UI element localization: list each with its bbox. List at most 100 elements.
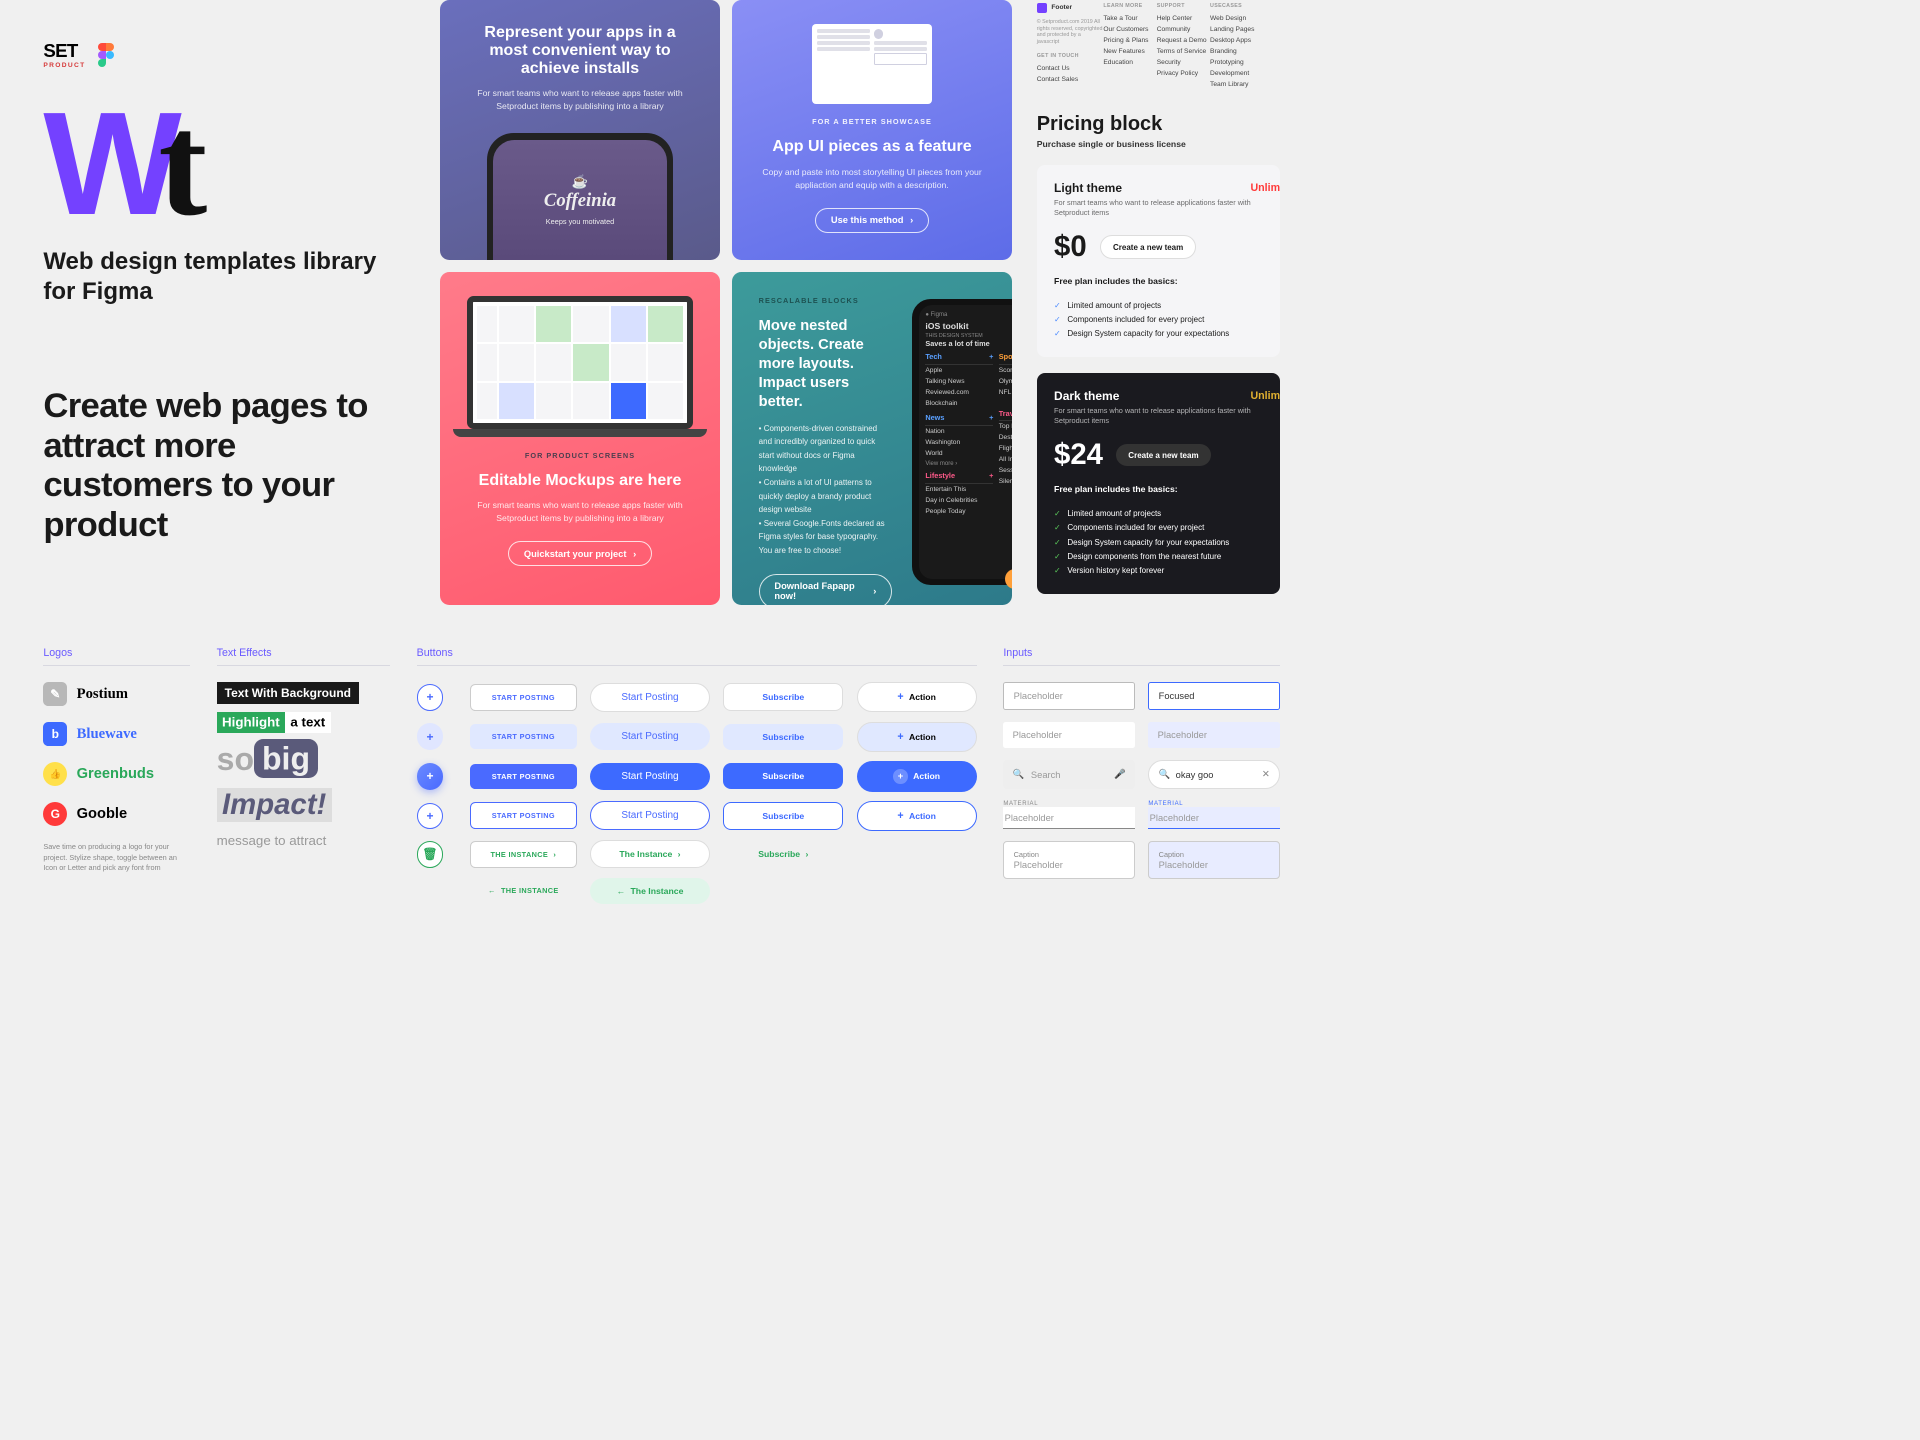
chevron-right-icon: › <box>873 586 876 596</box>
card2-overline: FOR A BETTER SHOWCASE <box>759 117 986 126</box>
footer-link[interactable]: Desktop Apps <box>1210 35 1280 46</box>
text-input[interactable]: Placeholder <box>1003 722 1135 748</box>
start-posting-button[interactable]: Start Posting <box>590 801 710 830</box>
effect-impact: Impact! <box>217 788 332 822</box>
use-method-button[interactable]: Use this method› <box>815 208 929 233</box>
caption-input[interactable]: CaptionPlaceholder <box>1003 841 1135 879</box>
caption-input[interactable]: CaptionPlaceholder <box>1148 841 1280 879</box>
logos-description: Save time on producing a logo for your p… <box>43 842 190 873</box>
card2-desc: Copy and paste into most storytelling UI… <box>759 166 986 192</box>
card1-title: Represent your apps in a most convenient… <box>467 24 694 78</box>
footer-link[interactable]: Web Design <box>1210 13 1280 24</box>
pricing-block: Pricing block Purchase single or busines… <box>1037 113 1280 593</box>
start-posting-button[interactable]: START POSTING <box>470 724 577 749</box>
plus-icon-button[interactable]: + <box>417 803 444 830</box>
footer-link[interactable]: Contact Us <box>1037 63 1104 74</box>
quickstart-button[interactable]: Quickstart your project› <box>508 541 652 566</box>
start-posting-button[interactable]: START POSTING <box>470 802 577 829</box>
subscribe-button[interactable]: Subscribe <box>723 763 843 789</box>
plus-icon: + <box>893 769 908 784</box>
footer-link[interactable]: Pricing & Plans <box>1103 35 1156 46</box>
plus-icon-button[interactable]: + <box>417 723 444 750</box>
mic-icon[interactable]: 🎤 <box>1114 769 1126 780</box>
phone-mockup: ☕ Coffeinia Keeps you motivated <box>487 133 674 260</box>
subscribe-button[interactable]: Subscribe› <box>723 841 843 867</box>
section-text-effects: Text Effects <box>217 647 390 667</box>
footer-link[interactable]: Branding <box>1210 46 1280 57</box>
logo-postium: ✎ Postium <box>43 682 190 706</box>
plus-icon-button[interactable]: + <box>417 684 444 711</box>
subscribe-button[interactable]: Subscribe <box>723 683 843 711</box>
footer-link[interactable]: Landing Pages <box>1210 24 1280 35</box>
price-value: $0 <box>1054 230 1087 264</box>
material-input[interactable]: MATERIALPlaceholder <box>1003 801 1135 829</box>
action-button[interactable]: +Action <box>857 761 977 792</box>
action-button[interactable]: +Action <box>857 722 977 752</box>
start-posting-button[interactable]: Start Posting <box>590 723 710 750</box>
footer-link[interactable]: Security <box>1157 57 1210 68</box>
chevron-right-icon: › <box>910 215 913 225</box>
card3-overline: FOR PRODUCT SCREENS <box>467 451 694 460</box>
brand-sub: PRODUCT <box>43 62 85 69</box>
start-posting-button[interactable]: START POSTING <box>470 764 577 789</box>
subscribe-button[interactable]: Subscribe <box>723 802 843 830</box>
text-input[interactable]: Placeholder <box>1148 722 1280 748</box>
price-card-light: Light theme For smart teams who want to … <box>1037 165 1280 357</box>
footer-link[interactable]: Contact Sales <box>1037 74 1104 85</box>
footer-link[interactable]: Terms of Service <box>1157 46 1210 57</box>
footer-link[interactable]: Education <box>1103 57 1156 68</box>
close-icon[interactable]: ✕ <box>1262 769 1270 780</box>
footer-label: Footer <box>1051 4 1072 11</box>
instance-button[interactable]: THE INSTANCE› <box>470 841 577 868</box>
instance-button[interactable]: ←The Instance <box>590 878 710 904</box>
pencil-icon: ✎ <box>43 682 67 706</box>
ui-preview-icon <box>812 24 932 104</box>
trash-icon-button[interactable]: 🗑 <box>417 841 444 868</box>
set-product-logo: SET PRODUCT <box>43 40 85 69</box>
footer-link[interactable]: Our Customers <box>1103 24 1156 35</box>
plus-icon: + <box>897 731 903 743</box>
start-posting-button[interactable]: Start Posting <box>590 763 710 790</box>
text-input-focused[interactable]: Focused <box>1148 682 1280 710</box>
footer-link[interactable]: Privacy Policy <box>1157 68 1210 79</box>
card-mockups: FOR PRODUCT SCREENS Editable Mockups are… <box>440 272 720 605</box>
footer-link[interactable]: Prototyping <box>1210 57 1280 68</box>
action-button[interactable]: +Action <box>857 682 977 712</box>
card-rescalable: RESCALABLE BLOCKS Move nested objects. C… <box>732 272 1012 605</box>
create-team-button[interactable]: Create a new team <box>1100 235 1196 259</box>
hero-headline: Create web pages to attract more custome… <box>43 387 376 546</box>
footer-link[interactable]: Community <box>1157 24 1210 35</box>
action-button[interactable]: +Action <box>857 801 977 831</box>
footer-link[interactable]: Team Library <box>1210 79 1280 90</box>
instance-back-button[interactable]: ←THE INSTANCE <box>470 878 577 903</box>
footer-link[interactable]: Development <box>1210 68 1280 79</box>
text-input[interactable]: Placeholder <box>1003 682 1135 710</box>
footer-link[interactable]: New Features <box>1103 46 1156 57</box>
footer-link[interactable]: Help Center <box>1157 13 1210 24</box>
figma-icon <box>98 43 114 67</box>
plus-icon: + <box>897 810 903 822</box>
plus-icon-button[interactable]: + <box>417 763 444 790</box>
material-input[interactable]: MATERIALPlaceholder <box>1148 801 1280 829</box>
card4-title: Move nested objects. Create more layouts… <box>759 317 892 412</box>
start-posting-button[interactable]: Start Posting <box>590 683 710 712</box>
footer-link[interactable]: Take a Tour <box>1103 13 1156 24</box>
laptop-mockup <box>467 296 694 437</box>
search-input[interactable]: 🔍okay goo✕ <box>1148 760 1280 789</box>
create-team-button[interactable]: Create a new team <box>1116 444 1210 466</box>
plan-name: Light theme <box>1054 181 1263 195</box>
brand-name: SET <box>43 40 77 61</box>
logo-gooble: G Gooble <box>43 802 190 826</box>
chevron-right-icon: › <box>805 849 808 859</box>
footer-link[interactable]: Request a Demo <box>1157 35 1210 46</box>
effect-background: Text With Background <box>217 682 359 704</box>
price-card-dark: Dark theme For smart teams who want to r… <box>1037 373 1280 594</box>
subscribe-button[interactable]: Subscribe <box>723 724 843 750</box>
start-posting-button[interactable]: START POSTING <box>470 684 577 711</box>
card3-desc: For smart teams who want to release apps… <box>467 499 694 525</box>
logo-bluewave: b Bluewave <box>43 722 190 746</box>
download-button[interactable]: Download Fapapp now!› <box>759 574 892 606</box>
instance-button[interactable]: The Instance› <box>590 840 710 868</box>
search-input[interactable]: 🔍Search🎤 <box>1003 760 1135 789</box>
section-buttons: Buttons <box>417 647 977 667</box>
